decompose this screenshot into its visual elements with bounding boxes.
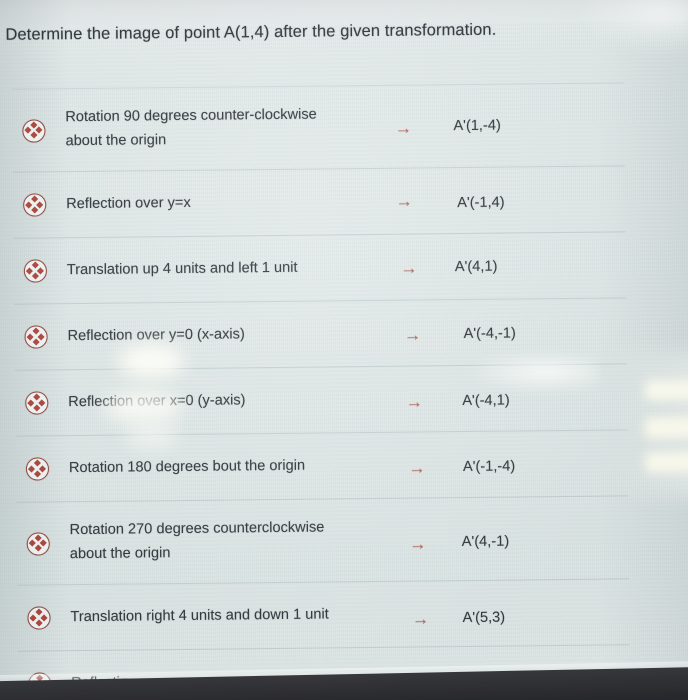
list-item[interactable]: Reflection over x=0 (y-axis) → A'(-4,1) — [14, 364, 628, 437]
transformation-label-line1: Rotation 180 degrees bout the origin — [68, 457, 306, 476]
transformation-label: Translation right 4 units and down 1 uni… — [70, 603, 382, 630]
transformation-label-line1: Translation right 4 units and down 1 uni… — [70, 606, 329, 625]
transformation-label: Translation up 4 units and left 1 unit — [67, 256, 379, 283]
right-arrow-icon: → — [394, 118, 413, 138]
right-arrow-icon: → — [409, 533, 427, 554]
list-item[interactable]: Rotation 270 degrees counterclockwise ab… — [16, 496, 630, 586]
transformation-list: Rotation 90 degrees counter-clockwise ab… — [11, 82, 631, 700]
list-item[interactable]: Rotation 180 degrees bout the origin → A… — [15, 430, 629, 503]
transformation-label: Rotation 90 degrees counter-clockwise ab… — [65, 103, 377, 154]
transformation-label-line1: Reflection over y=x — [66, 194, 191, 212]
answer-value: A'(-4,-1) — [463, 324, 516, 342]
right-arrow-icon: → — [405, 392, 423, 412]
answer-value: A'(1,-4) — [453, 117, 501, 135]
transformation-label: Reflection over x=0 (y-axis) — [68, 388, 380, 415]
move-handle-icon[interactable] — [27, 606, 51, 630]
list-item[interactable]: Reflection over y=x → A'(-1,4) — [12, 166, 626, 239]
answer-value: A'(-4,1) — [462, 392, 510, 409]
right-arrow-icon: → — [395, 191, 413, 211]
right-arrow-icon: → — [400, 258, 418, 278]
transformation-label: Rotation 270 degrees counterclockwise ab… — [69, 516, 381, 567]
screenshot-root: Determine the image of point A(1,4) afte… — [0, 0, 688, 700]
right-arrow-icon: → — [403, 325, 422, 345]
move-handle-icon[interactable] — [25, 457, 50, 481]
transformation-label-line2: about the origin — [65, 132, 167, 150]
transformation-label-line1: Rotation 90 degrees counter-clockwise — [65, 106, 317, 126]
matching-exercise: Determine the image of point A(1,4) afte… — [0, 0, 688, 700]
list-item[interactable]: Translation up 4 units and left 1 unit →… — [13, 232, 627, 305]
right-arrow-icon: → — [408, 458, 426, 478]
move-handle-icon[interactable] — [26, 531, 50, 556]
move-handle-icon[interactable] — [25, 391, 49, 415]
answer-value: A'(5,3) — [462, 609, 506, 626]
move-handle-icon[interactable] — [23, 259, 48, 283]
answer-value: A'(-1,4) — [457, 194, 505, 211]
list-item[interactable]: Rotation 90 degrees counter-clockwise ab… — [11, 82, 625, 173]
answer-value: A'(-1,-4) — [462, 457, 516, 475]
transformation-label-line1: Reflection over x=0 (y-axis) — [68, 391, 246, 410]
transformation-label-line1: Translation up 4 units and left 1 unit — [66, 259, 298, 278]
move-handle-icon[interactable] — [24, 325, 48, 349]
right-arrow-icon: → — [411, 609, 430, 629]
answer-value: A'(4,1) — [454, 258, 498, 275]
transformation-label: Rotation 180 degrees bout the origin — [69, 454, 381, 481]
transformation-label: Reflection over y=x — [66, 190, 378, 217]
page-title: Determine the image of point A(1,4) afte… — [5, 20, 497, 44]
transformation-label-line1: Reflection over y=0 (x-axis) — [67, 325, 245, 344]
move-handle-icon[interactable] — [23, 193, 47, 217]
move-handle-icon[interactable] — [22, 118, 46, 143]
transformation-label-line2: about the origin — [69, 545, 171, 563]
answer-value: A'(4,-1) — [461, 533, 510, 551]
transformation-label-line1: Rotation 270 degrees counterclockwise — [69, 519, 325, 539]
transformation-label: Reflection over y=0 (x-axis) — [67, 322, 379, 349]
list-item[interactable]: Reflection over y=0 (x-axis) → A'(-4,-1) — [14, 298, 627, 371]
list-item[interactable]: Translation right 4 units and down 1 uni… — [17, 579, 630, 652]
